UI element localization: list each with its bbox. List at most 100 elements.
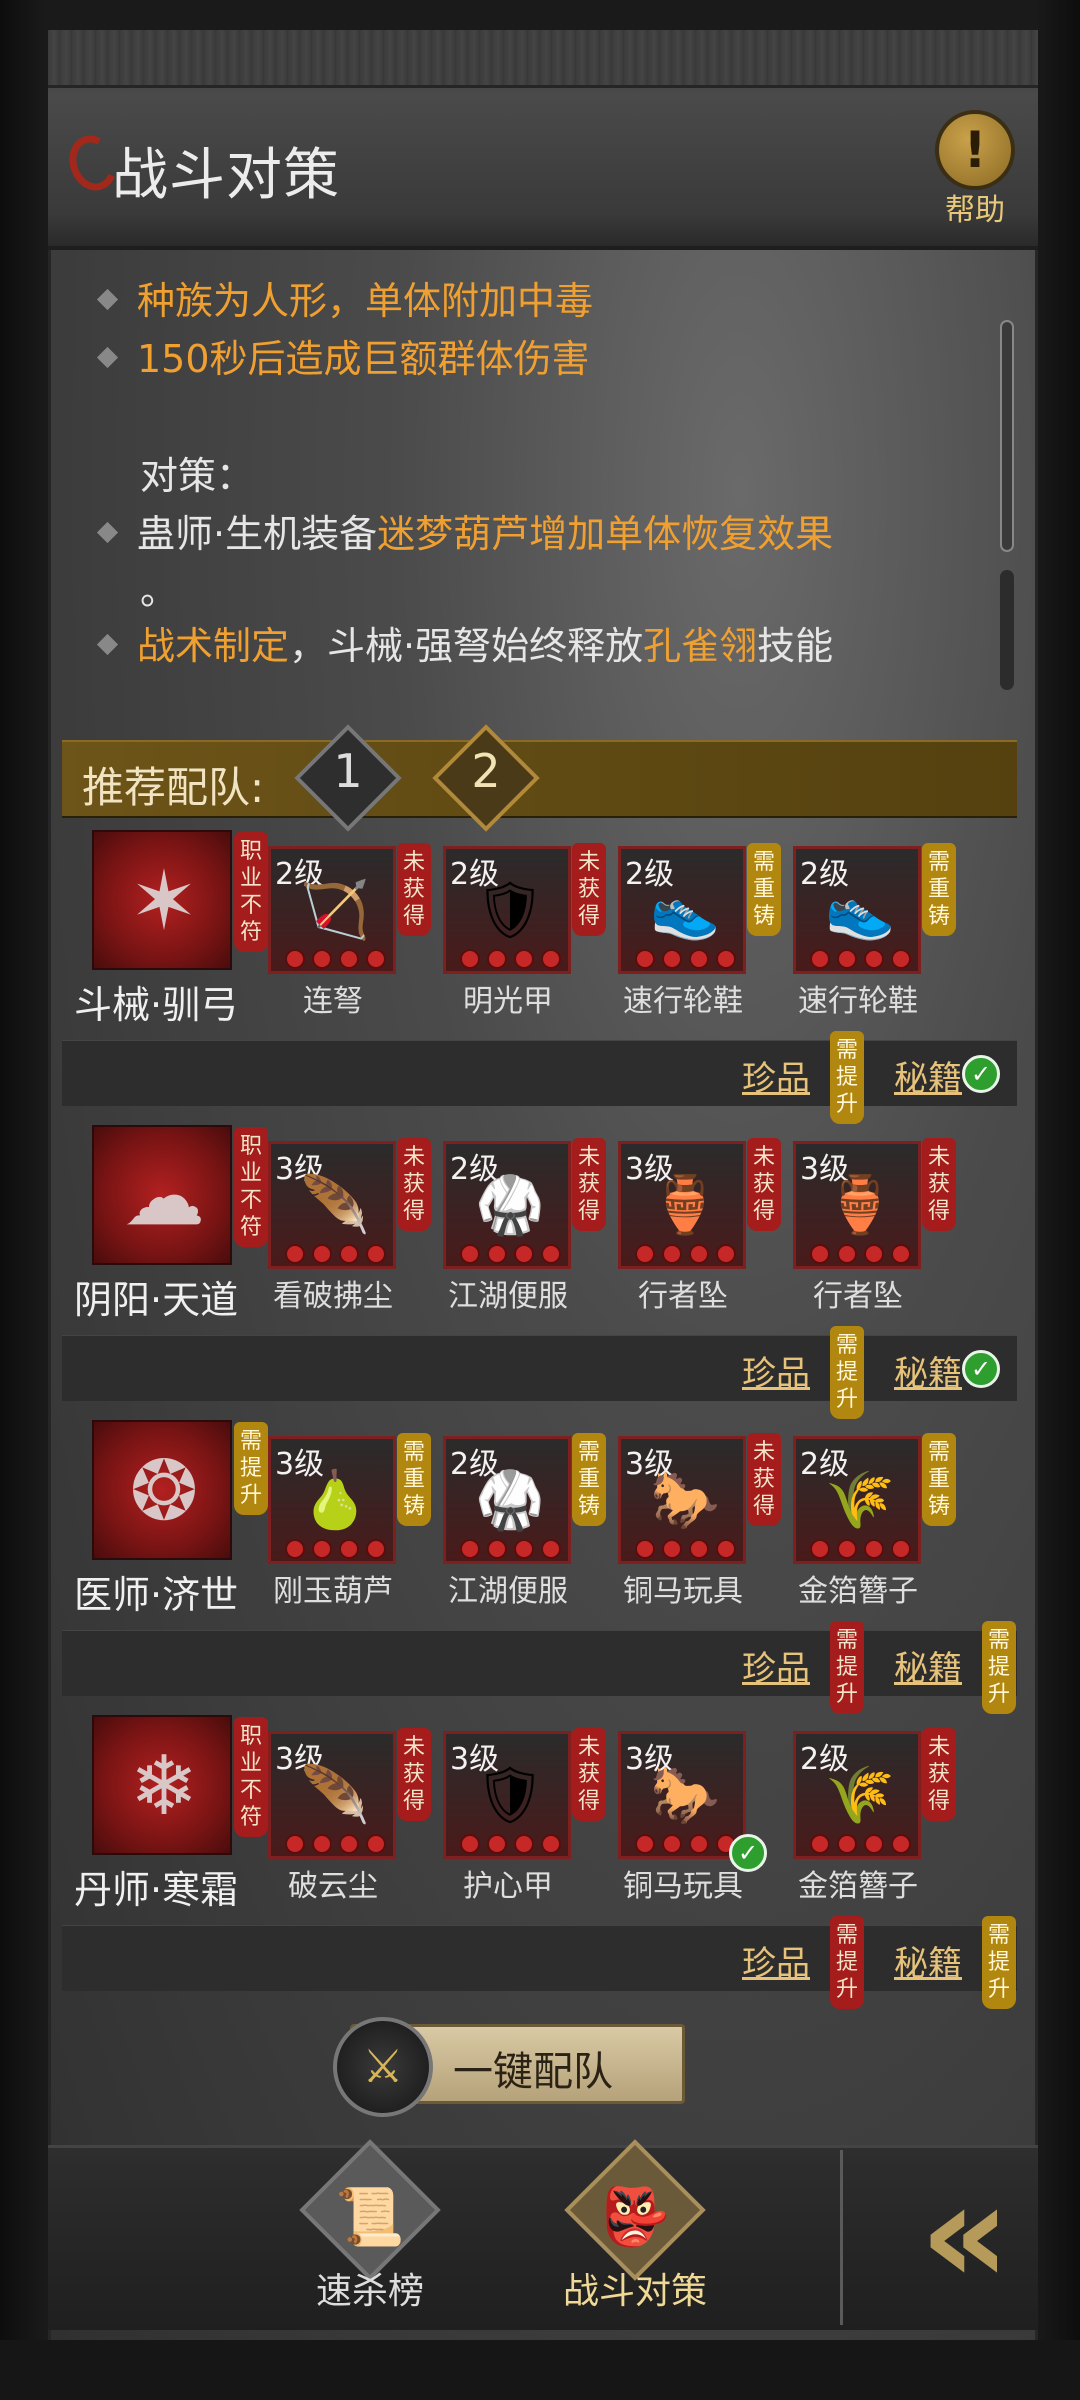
team-row: ☁ 职业不符阴阳·天道 3级 🪶 未获得看破拂尘 2级 🥋 未获得江湖便服 3级 🏺 未获得行者坠 3…	[62, 1125, 1017, 1325]
treasure-status-tag: 需提升	[830, 1621, 864, 1714]
secret-book-status-tag: 需提升	[982, 1916, 1016, 2009]
equipment-pips	[281, 1834, 389, 1856]
equipment-name: 金箔簪子	[798, 1574, 918, 1609]
nav-tab[interactable]: 📜 速杀榜	[290, 2139, 450, 2330]
equipment-status-tag: 需重铸	[922, 843, 956, 936]
secret-book-link[interactable]: 秘籍	[894, 1936, 962, 1985]
one-key-team-label: 一键配队	[453, 2049, 613, 2095]
info-line: 蛊师·生机装备迷梦葫芦增加单体恢复效果	[96, 503, 833, 558]
equipment-status-tag: 需重铸	[922, 1433, 956, 1526]
strategy-icon: 👺	[600, 2185, 670, 2250]
nav-tab[interactable]: 👺 战斗对策	[555, 2139, 715, 2330]
treasure-link[interactable]: 珍品	[742, 1641, 810, 1690]
equipment-status-tag: 需重铸	[747, 843, 781, 936]
character-status-tag: 需提升	[234, 1422, 268, 1515]
character-name: 阴阳·天道	[74, 1278, 239, 1322]
team-extras-bar: 珍品需提升秘籍 ✓	[62, 1326, 1017, 1419]
character-portrait[interactable]: ✶	[92, 830, 232, 970]
treasure-link[interactable]: 珍品	[742, 1936, 810, 1985]
character-portrait[interactable]: ❂	[92, 1420, 232, 1560]
equipment-slot[interactable]: 2级 🥋 未获得	[443, 1138, 606, 1269]
equipment-slot[interactable]: 2级 🛡 未获得	[443, 843, 606, 974]
equipment-slot[interactable]: 2级 🌾 未获得	[793, 1728, 956, 1859]
equipment-slot[interactable]: 2级 🥋 需重铸	[443, 1433, 606, 1564]
equipment-slot[interactable]: 2级 🏹 未获得	[268, 843, 431, 974]
pendant-icon: 🏺	[825, 1173, 895, 1238]
equipment-slot[interactable]: 3级 🍐 需重铸	[268, 1433, 431, 1564]
team-extras-bar: 珍品需提升秘籍需提升	[62, 1916, 1017, 2009]
equipment-slot[interactable]: 2级 👟 需重铸	[793, 843, 956, 974]
tab-team-1[interactable]: 1	[292, 722, 404, 834]
one-key-team-button[interactable]: ⚔ 一键配队	[333, 2017, 685, 2117]
character-name: 斗械·驯弓	[74, 983, 239, 1027]
equipment-status-tag: 未获得	[397, 1728, 431, 1821]
bullet-icon	[96, 521, 119, 544]
equipment-slot[interactable]: 3级 🐎 未获得	[618, 1433, 781, 1564]
horse-toy-icon: 🐎	[650, 1468, 720, 1533]
equipment-pips	[806, 1539, 914, 1561]
character-emblem-icon: ❄	[129, 1739, 199, 1834]
info-scroll-track	[1000, 570, 1014, 690]
equipment-pips	[631, 949, 739, 971]
equipment-slot[interactable]: 3级 🏺 未获得	[618, 1138, 781, 1269]
info-line: 。	[140, 569, 179, 613]
equipment-pips	[456, 949, 564, 971]
equipment-status-tag: 未获得	[747, 1433, 781, 1526]
equipment-slot[interactable]: 3级 🏺 未获得	[793, 1138, 956, 1269]
secret-book-link[interactable]: 秘籍	[894, 1346, 962, 1395]
equipment-name: 明光甲	[463, 984, 553, 1019]
equipment-name: 速行轮鞋	[623, 984, 743, 1019]
footer-bar	[0, 2340, 1080, 2400]
exclamation-icon: !	[935, 110, 1015, 190]
character-portrait[interactable]: ☁	[92, 1125, 232, 1265]
equipment-name: 连弩	[303, 984, 363, 1019]
back-arrow-icon[interactable]: «	[870, 2160, 1030, 2310]
equipment-name: 行者坠	[813, 1279, 903, 1314]
equipment-pips	[631, 1539, 739, 1561]
help-button[interactable]: ! 帮助	[925, 110, 1025, 228]
character-emblem-icon: ☁	[123, 1149, 205, 1244]
team-extras-bar: 珍品需提升秘籍需提升	[62, 1621, 1017, 1714]
equipment-pips	[806, 1244, 914, 1266]
character-status-tag: 职业不符	[234, 1717, 268, 1837]
check-icon: ✓	[962, 1055, 1000, 1093]
info-scrollbar[interactable]	[1000, 320, 1014, 552]
info-line: 种族为人形，单体附加中毒	[96, 270, 593, 325]
gourd-icon: 🍐	[300, 1468, 370, 1533]
info-line: 对策：	[140, 454, 255, 498]
equipment-pips	[456, 1539, 564, 1561]
equipment-pips	[631, 1834, 739, 1856]
info-line: 150秒后造成巨额群体伤害	[96, 328, 590, 383]
equipment-status-tag: 未获得	[572, 1138, 606, 1231]
nav-tab-label: 速杀榜	[315, 2271, 424, 2312]
whisk-icon: 🪶	[300, 1173, 370, 1238]
treasure-status-tag: 需提升	[830, 1326, 864, 1419]
recommend-title: 推荐配队:	[82, 763, 265, 812]
equipment-slot[interactable]: 3级 🪶 未获得	[268, 1138, 431, 1269]
equipment-pips	[281, 949, 389, 971]
equipment-slot[interactable]: 3级 🐎 ✓	[618, 1731, 767, 1872]
secret-book-link[interactable]: 秘籍	[894, 1641, 962, 1690]
character-emblem-icon: ✶	[129, 854, 199, 949]
treasure-link[interactable]: 珍品	[742, 1346, 810, 1395]
equipment-slot[interactable]: 3级 🪶 未获得	[268, 1728, 431, 1859]
equipment-status-tag: 未获得	[397, 843, 431, 936]
secret-book-link[interactable]: 秘籍	[894, 1051, 962, 1100]
equipment-status-tag: 未获得	[572, 1728, 606, 1821]
equipment-name: 护心甲	[463, 1869, 553, 1904]
character-portrait[interactable]: ❄	[92, 1715, 232, 1855]
whisk-icon: 🪶	[300, 1763, 370, 1828]
equipment-name: 破云尘	[288, 1869, 378, 1904]
boots-icon: 👟	[650, 878, 720, 943]
boots-icon: 👟	[825, 878, 895, 943]
shield-sword-icon: ⚔	[333, 2017, 433, 2117]
tab-team-2[interactable]: 2	[430, 722, 542, 834]
equipment-pips	[456, 1834, 564, 1856]
armor-icon: 🛡	[474, 878, 546, 943]
equipment-pips	[281, 1539, 389, 1561]
treasure-link[interactable]: 珍品	[742, 1051, 810, 1100]
equipment-slot[interactable]: 3级 🛡 未获得	[443, 1728, 606, 1859]
equipment-slot[interactable]: 2级 👟 需重铸	[618, 843, 781, 974]
check-icon: ✓	[962, 1350, 1000, 1388]
equipment-slot[interactable]: 2级 🌾 需重铸	[793, 1433, 956, 1564]
